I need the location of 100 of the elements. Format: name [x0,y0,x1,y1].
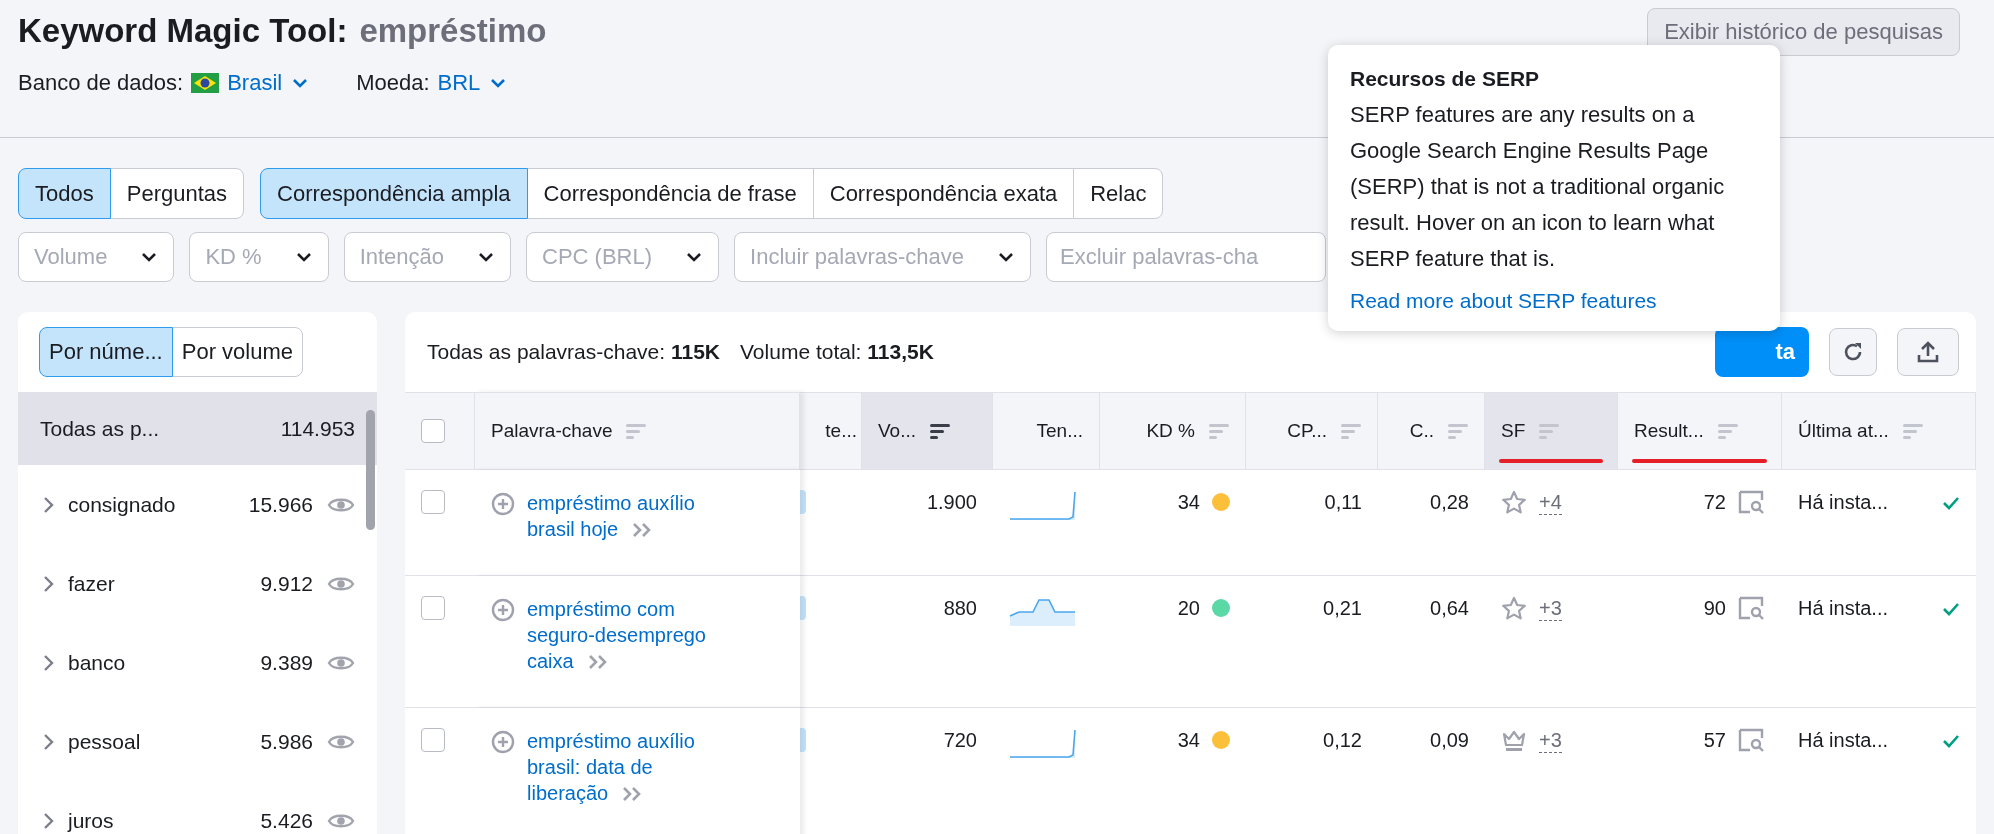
competition-value: 0,64 [1430,596,1469,620]
match-tab[interactable]: Correspondência exata [812,168,1075,219]
chevron-down-icon [292,78,309,88]
add-icon[interactable] [491,492,515,516]
flag-icon [191,73,220,93]
select-all-checkbox[interactable] [421,419,445,443]
check-icon [1942,734,1960,748]
group-count: 15.966 [248,492,313,517]
group-label: pessoal [68,729,142,754]
chevron-down-icon [686,252,703,262]
column-label: Palavra-chave [491,420,613,442]
filter-tab[interactable]: Perguntas [109,168,244,219]
sort-icon[interactable] [930,423,951,439]
chevron-right-icon[interactable] [42,574,54,593]
column-label: Result... [1634,420,1704,442]
exclude-field[interactable]: Excluir palavras-cha [1046,232,1327,282]
add-icon[interactable] [491,730,515,754]
chevron-down-icon [478,252,495,262]
column-header[interactable]: Result... [1618,392,1782,470]
column-header[interactable]: CP... [1246,392,1378,470]
filter-tab[interactable]: Todos [18,168,111,219]
currency-label: Moeda: [356,70,430,96]
sort-tab[interactable]: Por volume [171,327,303,377]
group-label: consignado [68,492,177,517]
row-checkbox[interactable] [421,596,445,620]
group-label: juros [68,808,115,833]
column-header[interactable]: Ten... [993,392,1100,470]
updated-value: Há insta... [1798,728,1889,752]
group-count: 9.389 [260,650,313,675]
chevron-right-icon[interactable] [42,495,54,514]
serp-preview-icon[interactable] [1738,490,1766,514]
serp-preview-icon[interactable] [1738,728,1766,752]
database-dropdown[interactable]: Brasil [227,70,309,96]
tooltip-text: SERP features are any results on a Google Search Engine Results Page (SERP) that is not a traditional organic result. Hover on an icon to learn what SERP feature that is. [1350,101,1726,273]
volume-value: 1.900 [926,490,977,514]
serp-preview-icon[interactable] [1738,596,1766,620]
column-label: KD % [1146,420,1195,442]
column-label: Última at... [1798,420,1889,442]
group-item[interactable]: Todas as p... 114.953 [18,392,377,465]
intent-badge [800,596,806,620]
group-label: fazer [68,571,116,596]
row-checkbox[interactable] [421,490,445,514]
results-value: 72 [1703,490,1726,514]
chevron-down-icon [998,252,1015,262]
page-title: Keyword Magic Tool: [18,12,348,50]
column-header[interactable]: Palavra-chave [475,392,800,470]
kd-value: 20 [1177,596,1200,620]
intent-badge [800,728,806,752]
column-label: Ten... [1036,420,1083,442]
serp-more-link[interactable]: +4 [1539,490,1562,515]
updated-value: Há insta... [1798,596,1889,620]
volume-value: 720 [943,728,977,752]
tooltip-link[interactable]: Read more about SERP features [1350,289,1657,313]
chevron-right-icon[interactable] [42,732,54,751]
kd-value: 34 [1177,490,1200,514]
column-header[interactable]: KD % [1100,392,1246,470]
intent-badge [800,490,806,514]
kd-value: 34 [1177,728,1200,752]
group-count: 5.426 [260,808,313,833]
keyword-link[interactable]: empréstimo com seguro-desemprego caixa [527,596,727,674]
refresh-button[interactable] [1829,328,1877,376]
chevron-right-icon[interactable] [42,811,54,830]
check-icon [1942,602,1960,616]
row-checkbox[interactable] [421,728,445,752]
keyword-link[interactable]: empréstimo auxílio brasil hoje [527,490,727,542]
column-label: te... [825,420,857,442]
summary-text: Volume total: 113,5K [740,340,934,364]
serp-more-link[interactable]: +3 [1539,728,1562,753]
scrollbar-thumb[interactable] [366,410,375,530]
volume-value: 880 [943,596,977,620]
column-label: SF [1501,420,1526,442]
updated-value: Há insta... [1798,490,1889,514]
export-button[interactable] [1897,328,1959,376]
chevron-down-icon [295,252,312,262]
column-header[interactable]: C.. [1378,392,1485,470]
column-header[interactable]: te... [800,392,862,470]
match-tab[interactable]: Relac [1073,168,1164,219]
group-count: 114.953 [280,416,355,441]
competition-value: 0,09 [1430,728,1469,752]
cpc-value: 0,21 [1323,596,1362,620]
keyword-link[interactable]: empréstimo auxílio brasil: data de liberação [527,728,727,806]
group-count: 5.986 [260,729,313,754]
column-header[interactable]: Vo... [862,392,993,470]
currency-dropdown[interactable]: BRL [437,70,507,96]
add-icon[interactable] [491,598,515,622]
cpc-value: 0,11 [1324,490,1362,514]
column-header[interactable]: Última at... [1782,392,1976,470]
match-tab[interactable]: Correspondência ampla [260,168,528,219]
serp-more-link[interactable]: +3 [1539,596,1562,621]
chevron-right-icon[interactable] [42,653,54,672]
match-tab[interactable]: Correspondência de frase [526,168,814,219]
chevron-down-icon [141,252,158,262]
summary-text: Todas as palavras-chave: 115K [427,340,720,364]
column-label: Vo... [878,420,917,442]
history-button[interactable]: Exibir histórico de pesquisas [1647,8,1960,56]
sort-tab[interactable]: Por núme... [39,327,173,377]
chevron-down-icon [490,78,507,88]
column-label: CP... [1287,420,1327,442]
column-header[interactable]: SF [1485,392,1618,470]
column-label: C.. [1409,420,1434,442]
